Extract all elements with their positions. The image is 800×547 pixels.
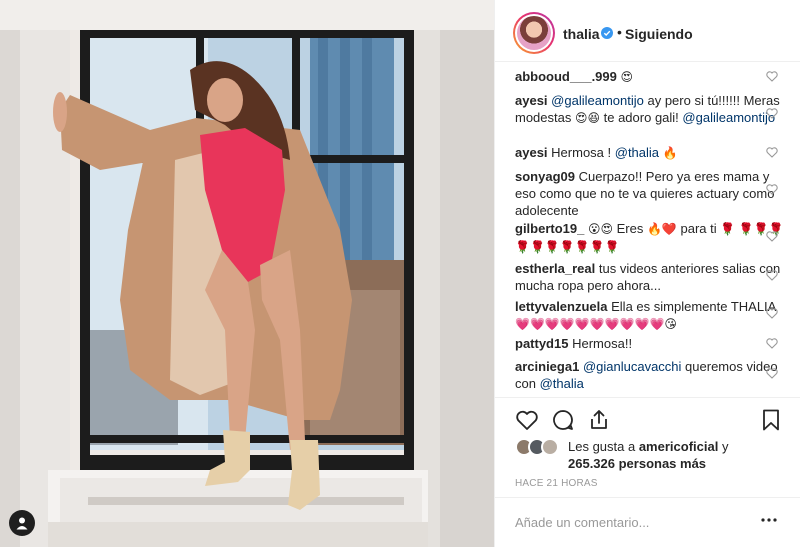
comment-username[interactable]: lettyvalenzuela — [515, 299, 608, 314]
comment-item: pattyd15 Hermosa!! — [515, 335, 785, 352]
following-button[interactable]: Siguiendo — [625, 26, 693, 42]
comment-item: ayesi @galileamontijo ay pero si tú!!!!!… — [515, 92, 785, 127]
comment-mention[interactable]: @galileamontijo — [682, 110, 775, 125]
more-options-button[interactable] — [759, 510, 779, 530]
comment-item: arciniega1 @gianlucavacchi queremos vide… — [515, 358, 785, 392]
add-comment-bar — [495, 497, 800, 547]
post-timestamp[interactable]: HACE 21 HORAS — [515, 478, 598, 489]
comment-text: te adoro gali! — [600, 110, 679, 125]
likes-line: Les gusta a americoficial y — [568, 438, 728, 455]
comment-text: Ella es simplemente THALIA — [611, 299, 777, 314]
instagram-post: thalia • Siguiendo abbooud___.999 😍 ayes… — [0, 0, 800, 547]
user-tags-button[interactable] — [9, 510, 35, 536]
avatar — [541, 438, 559, 456]
likes-joiner: y — [718, 439, 729, 454]
photo-illustration — [0, 0, 494, 547]
user-tags-icon — [16, 517, 28, 530]
avatar-border — [515, 14, 553, 52]
comment-emoji: 🔥 — [662, 146, 678, 160]
comment-emoji: 💗💗💗💗💗💗💗💗💗💗😘 — [515, 317, 677, 331]
share-icon[interactable] — [587, 408, 611, 432]
comment-like-icon[interactable] — [766, 270, 778, 281]
comment-mention[interactable]: @galileamontijo — [551, 93, 644, 108]
more-options-icon — [761, 518, 777, 522]
comment-like-icon[interactable] — [766, 71, 778, 82]
avatar-image — [517, 16, 551, 50]
comment-username[interactable]: ayesi — [515, 145, 548, 160]
comment-username[interactable]: sonyag09 — [515, 169, 575, 184]
comment-item: sonyag09 Cuerpazo!! Pero ya eres mama y … — [515, 168, 785, 219]
comment-like-icon[interactable] — [766, 108, 778, 119]
likes-prefix: Les gusta a — [568, 439, 639, 454]
comment-username[interactable]: gilberto19_ — [515, 221, 584, 236]
comment-mention[interactable]: @thalia — [540, 376, 584, 391]
comment-text: Hermosa!! — [572, 336, 633, 351]
comment-emoji: 😍 — [620, 70, 634, 84]
comment-username[interactable]: arciniega1 — [515, 359, 579, 374]
header-separator: • — [617, 24, 622, 40]
comment-like-icon[interactable] — [766, 368, 778, 379]
comment-item: ayesi Hermosa ! @thalia 🔥 — [515, 144, 785, 162]
add-comment-input[interactable] — [515, 512, 745, 532]
post-photo[interactable] — [0, 0, 494, 547]
verified-badge-icon — [601, 27, 613, 39]
comment-bubble-icon[interactable] — [551, 408, 575, 432]
comment-item: abbooud___.999 😍 — [515, 68, 785, 86]
comment-text: Hermosa ! — [551, 145, 615, 160]
comment-like-icon[interactable] — [766, 147, 778, 158]
comment-item: estherla_real tus videos anteriores sali… — [515, 260, 785, 294]
comment-like-icon[interactable] — [766, 231, 778, 242]
comment-like-icon[interactable] — [766, 338, 778, 349]
post-side-panel: thalia • Siguiendo abbooud___.999 😍 ayes… — [494, 0, 800, 547]
header-username[interactable]: thalia — [563, 26, 600, 42]
likes-summary: Les gusta a americoficial y 265.326 pers… — [515, 438, 785, 474]
comment-text: Eres — [616, 221, 647, 236]
comment-username[interactable]: pattyd15 — [515, 336, 568, 351]
liker-avatars[interactable] — [515, 438, 561, 458]
comment-username[interactable]: abbooud___.999 — [515, 69, 617, 84]
comment-emoji: 😍😆 — [574, 111, 601, 125]
comment-mention[interactable]: @thalia — [615, 145, 659, 160]
post-header: thalia • Siguiendo — [495, 0, 800, 62]
comment-text: para ti — [680, 221, 721, 236]
heart-outline-icon[interactable] — [515, 408, 539, 432]
comment-username[interactable]: ayesi — [515, 93, 548, 108]
comment-like-icon[interactable] — [766, 308, 778, 319]
comment-item: gilberto19_ 😮😍 Eres 🔥❤️ para ti 🌹 🌹🌹🌹🌹🌹🌹… — [515, 220, 785, 256]
bookmark-icon[interactable] — [759, 408, 783, 432]
comment-username[interactable]: estherla_real — [515, 261, 595, 276]
post-actions — [495, 397, 800, 437]
comment-item: lettyvalenzuela Ella es simplemente THAL… — [515, 298, 785, 333]
likes-count[interactable]: 265.326 personas más — [568, 455, 706, 472]
comment-emoji: 😮😍 — [587, 222, 614, 236]
likes-top-user[interactable]: americoficial — [639, 439, 719, 454]
comment-like-icon[interactable] — [766, 184, 778, 195]
comment-emoji: 🔥❤️ — [646, 222, 677, 236]
avatar[interactable] — [513, 12, 555, 54]
comment-mention[interactable]: @gianlucavacchi — [583, 359, 681, 374]
comment-emoji: 🌹 — [720, 222, 736, 236]
